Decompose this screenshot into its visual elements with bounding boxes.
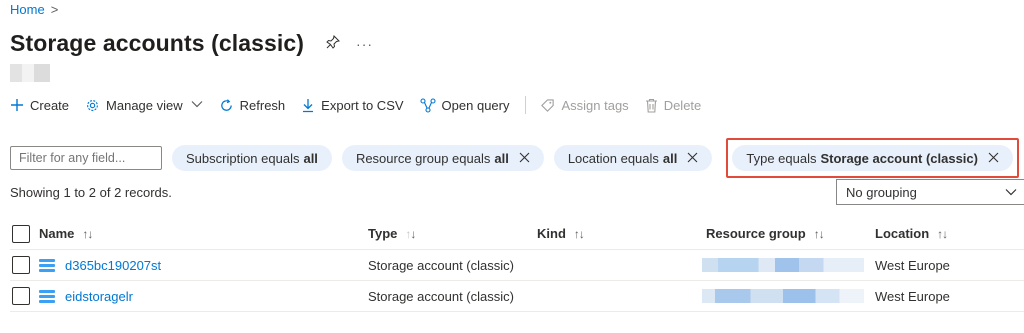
page-title: Storage accounts (classic): [10, 30, 305, 56]
column-label: Kind: [537, 226, 566, 241]
column-header-location[interactable]: Location ↑↓: [875, 218, 948, 249]
sort-icon: ↑↓: [573, 226, 585, 241]
toolbar-divider: [525, 96, 527, 114]
storage-account-icon: [39, 258, 55, 272]
open-query-button[interactable]: Open query: [419, 97, 510, 113]
refresh-icon: [219, 98, 234, 113]
pin-icon[interactable]: [326, 34, 341, 52]
filter-pill-label: Subscription equals: [186, 150, 300, 166]
grouping-selected: No grouping: [846, 184, 917, 200]
assign-tags-button[interactable]: Assign tags: [540, 97, 629, 113]
refresh-button[interactable]: Refresh: [219, 97, 286, 113]
resource-group-cell-redacted: [702, 250, 864, 280]
row-checkbox-cell: [12, 281, 30, 311]
table-row[interactable]: eidstoragelr Storage account (classic) W…: [10, 281, 1024, 312]
export-csv-button[interactable]: Export to CSV: [301, 97, 404, 113]
column-label: Resource group: [706, 226, 806, 241]
subtitle-redacted: [10, 64, 50, 82]
command-bar: Create Manage view Refresh Export to CSV…: [10, 94, 717, 116]
delete-label: Delete: [663, 97, 702, 113]
open-query-label: Open query: [441, 97, 510, 113]
close-icon[interactable]: [687, 150, 698, 167]
records-count: Showing 1 to 2 of 2 records.: [10, 185, 172, 200]
resource-table: Name ↑↓ Type ↑↓ Kind ↑↓ Resource group ↑…: [10, 218, 1024, 312]
table-row[interactable]: d365bc190207st Storage account (classic)…: [10, 250, 1024, 281]
column-header-name[interactable]: Name ↑↓: [39, 218, 93, 249]
filter-pill-label: Resource group equals: [355, 150, 491, 166]
filter-pill-value: all: [303, 150, 318, 166]
column-label: Location: [875, 226, 930, 241]
select-all-cell: [12, 218, 30, 249]
filter-pill-value: all: [494, 150, 509, 166]
filter-pill-type[interactable]: Type equals Storage account (classic): [732, 145, 1013, 171]
resource-group-cell-redacted: [702, 281, 864, 311]
name-cell: eidstoragelr: [39, 281, 133, 311]
manage-view-label: Manage view: [106, 97, 183, 113]
filter-pill-resource-group[interactable]: Resource group equals all: [341, 145, 544, 171]
refresh-label: Refresh: [239, 97, 286, 113]
column-label: Type: [368, 226, 398, 241]
column-header-type[interactable]: Type ↑↓: [368, 218, 416, 249]
redacted-value: [702, 289, 864, 303]
export-csv-label: Export to CSV: [321, 97, 404, 113]
chevron-down-icon: [191, 99, 203, 111]
create-button[interactable]: Create: [10, 98, 69, 113]
chevron-down-icon: [1005, 185, 1017, 199]
breadcrumb: Home >: [10, 2, 58, 17]
filter-input[interactable]: [10, 146, 162, 170]
type-cell: Storage account (classic): [368, 257, 514, 273]
sort-icon: ↑↓: [405, 226, 416, 241]
sort-icon: ↑↓: [82, 226, 93, 241]
filter-pill-subscription[interactable]: Subscription equals all: [172, 145, 332, 171]
trash-icon: [645, 98, 658, 113]
query-icon: [419, 97, 436, 113]
column-header-kind[interactable]: Kind ↑↓: [537, 218, 585, 249]
row-checkbox[interactable]: [12, 287, 30, 305]
filter-pill-value: Storage account (classic): [820, 150, 978, 166]
redacted-value: [702, 258, 864, 272]
location-cell: West Europe: [875, 288, 950, 304]
row-checkbox[interactable]: [12, 256, 30, 274]
table-header: Name ↑↓ Type ↑↓ Kind ↑↓ Resource group ↑…: [10, 218, 1024, 250]
sort-icon: ↑↓: [813, 226, 825, 241]
download-icon: [301, 98, 315, 113]
filter-bar: Subscription equals all Resource group e…: [10, 138, 1019, 178]
close-icon[interactable]: [988, 150, 999, 167]
type-cell: Storage account (classic): [368, 288, 514, 304]
row-checkbox-cell: [12, 250, 30, 280]
column-label: Name: [39, 226, 75, 241]
column-header-resource-group[interactable]: Resource group ↑↓: [706, 218, 825, 249]
location-cell: West Europe: [875, 257, 950, 273]
name-cell: d365bc190207st: [39, 250, 161, 280]
resource-name-link[interactable]: eidstoragelr: [65, 289, 133, 304]
filter-pill-location[interactable]: Location equals all: [553, 145, 713, 171]
assign-tags-label: Assign tags: [561, 97, 629, 113]
title-row: Storage accounts (classic) ···: [10, 30, 373, 57]
sort-icon: ↑↓: [937, 226, 948, 241]
filter-pill-label: Location equals: [567, 150, 659, 166]
more-options-icon[interactable]: ···: [356, 36, 373, 52]
select-all-checkbox[interactable]: [12, 224, 30, 243]
grouping-dropdown[interactable]: No grouping: [836, 179, 1024, 205]
filter-pill-value: all: [662, 150, 678, 166]
manage-view-button[interactable]: Manage view: [85, 98, 203, 113]
highlight-box: Type equals Storage account (classic): [726, 138, 1019, 178]
storage-account-icon: [39, 289, 55, 303]
create-label: Create: [30, 97, 70, 113]
delete-button[interactable]: Delete: [645, 97, 702, 113]
gear-icon: [85, 98, 100, 113]
tag-icon: [540, 98, 555, 113]
resource-name-link[interactable]: d365bc190207st: [65, 258, 161, 273]
filter-pill-label: Type equals: [746, 150, 817, 166]
breadcrumb-home-link[interactable]: Home: [10, 2, 45, 17]
breadcrumb-separator: >: [50, 2, 59, 17]
close-icon[interactable]: [519, 150, 530, 167]
plus-icon: [10, 98, 24, 112]
